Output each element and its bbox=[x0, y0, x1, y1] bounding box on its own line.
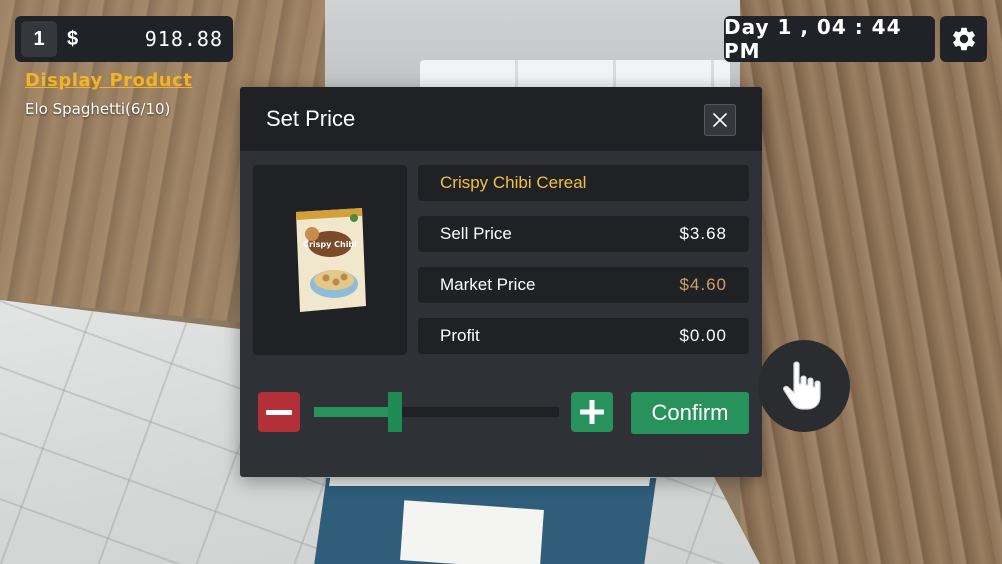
profit-label: Profit bbox=[440, 326, 480, 345]
sell-price-label: Sell Price bbox=[440, 224, 512, 243]
currency-symbol: $ bbox=[67, 27, 79, 50]
increase-price-button[interactable] bbox=[571, 392, 613, 432]
cereal-box-image: Crispy Chibi bbox=[296, 208, 366, 312]
product-name: Crispy Chibi Cereal bbox=[440, 173, 587, 192]
money-value: 918.88 bbox=[144, 27, 223, 51]
cereal-box-logo: Crispy Chibi bbox=[303, 240, 357, 249]
settings-button[interactable] bbox=[940, 16, 987, 62]
price-slider[interactable] bbox=[314, 392, 559, 432]
close-icon bbox=[713, 113, 727, 127]
sell-price-row: Sell Price $3.68 bbox=[418, 216, 749, 252]
plus-icon bbox=[580, 400, 604, 424]
decrease-price-button[interactable] bbox=[258, 392, 300, 432]
price-slider-handle[interactable] bbox=[388, 392, 402, 432]
gear-icon bbox=[952, 27, 975, 51]
profit-row: Profit $0.00 bbox=[418, 318, 749, 354]
market-price-value: $4.60 bbox=[679, 275, 727, 294]
set-price-dialog: Set Price Crispy Chibi Crispy Chibi Cere… bbox=[240, 87, 762, 477]
level-badge: 1 bbox=[21, 21, 57, 57]
market-price-label: Market Price bbox=[440, 275, 536, 294]
dialog-header: Set Price bbox=[240, 87, 762, 151]
market-price-row: Market Price $4.60 bbox=[418, 267, 749, 303]
dialog-title: Set Price bbox=[266, 106, 356, 131]
objective-title: Display Product bbox=[25, 70, 193, 91]
close-button[interactable] bbox=[704, 104, 736, 136]
minus-icon bbox=[266, 409, 292, 415]
game-clock: Day 1 , 04 : 44 PM bbox=[724, 15, 935, 63]
crate-label bbox=[400, 500, 544, 564]
price-slider-fill bbox=[314, 407, 395, 417]
hand-pointer-icon bbox=[783, 361, 821, 410]
confirm-button[interactable]: Confirm bbox=[631, 392, 749, 434]
interact-button[interactable] bbox=[758, 340, 850, 432]
money-panel: 1 $ 918.88 bbox=[15, 16, 233, 62]
product-name-row: Crispy Chibi Cereal bbox=[418, 165, 749, 201]
product-image-frame: Crispy Chibi bbox=[253, 165, 407, 355]
wooden-wall-right bbox=[740, 0, 1002, 564]
objective-detail: Elo Spaghetti(6/10) bbox=[25, 100, 171, 118]
sell-price-value: $3.68 bbox=[679, 224, 727, 243]
profit-value: $0.00 bbox=[679, 326, 727, 345]
